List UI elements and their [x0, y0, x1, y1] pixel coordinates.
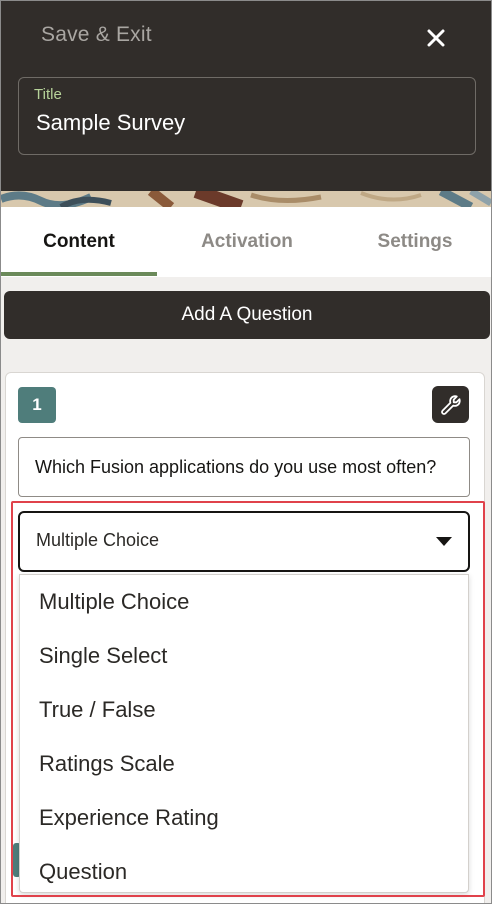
decorative-banner	[1, 191, 491, 207]
question-type-selected: Multiple Choice	[36, 530, 160, 550]
option-question[interactable]: Question	[20, 845, 468, 899]
tab-bar: Content Activation Settings	[1, 207, 491, 277]
active-tab-indicator	[1, 272, 157, 276]
survey-editor-panel: Save & Exit Title Sample Survey Content …	[0, 0, 492, 904]
tab-settings[interactable]: Settings	[337, 207, 491, 277]
question-settings-button[interactable]	[432, 386, 469, 423]
close-icon	[427, 29, 445, 47]
save-exit-button[interactable]: Save & Exit	[41, 23, 152, 47]
question-type-select[interactable]: Multiple Choice	[18, 511, 470, 572]
title-field[interactable]: Title Sample Survey	[18, 77, 476, 155]
option-single-select[interactable]: Single Select	[20, 629, 468, 683]
tab-activation[interactable]: Activation	[157, 207, 337, 277]
wrench-icon	[440, 394, 461, 415]
title-field-label: Title	[34, 86, 62, 103]
option-ratings-scale[interactable]: Ratings Scale	[20, 737, 468, 791]
question-type-dropdown: Multiple Choice Single Select True / Fal…	[19, 574, 469, 893]
option-true-false[interactable]: True / False	[20, 683, 468, 737]
tab-content[interactable]: Content	[1, 207, 157, 277]
question-text-input[interactable]: Which Fusion applications do you use mos…	[18, 437, 470, 497]
caret-down-icon	[436, 537, 452, 546]
editor-header: Save & Exit Title Sample Survey	[1, 1, 491, 191]
question-number-badge: 1	[18, 387, 56, 423]
close-button[interactable]	[421, 21, 451, 55]
title-input[interactable]: Sample Survey	[36, 110, 185, 136]
option-multiple-choice[interactable]: Multiple Choice	[20, 575, 468, 629]
option-experience-rating[interactable]: Experience Rating	[20, 791, 468, 845]
add-question-button[interactable]: Add A Question	[4, 291, 490, 339]
